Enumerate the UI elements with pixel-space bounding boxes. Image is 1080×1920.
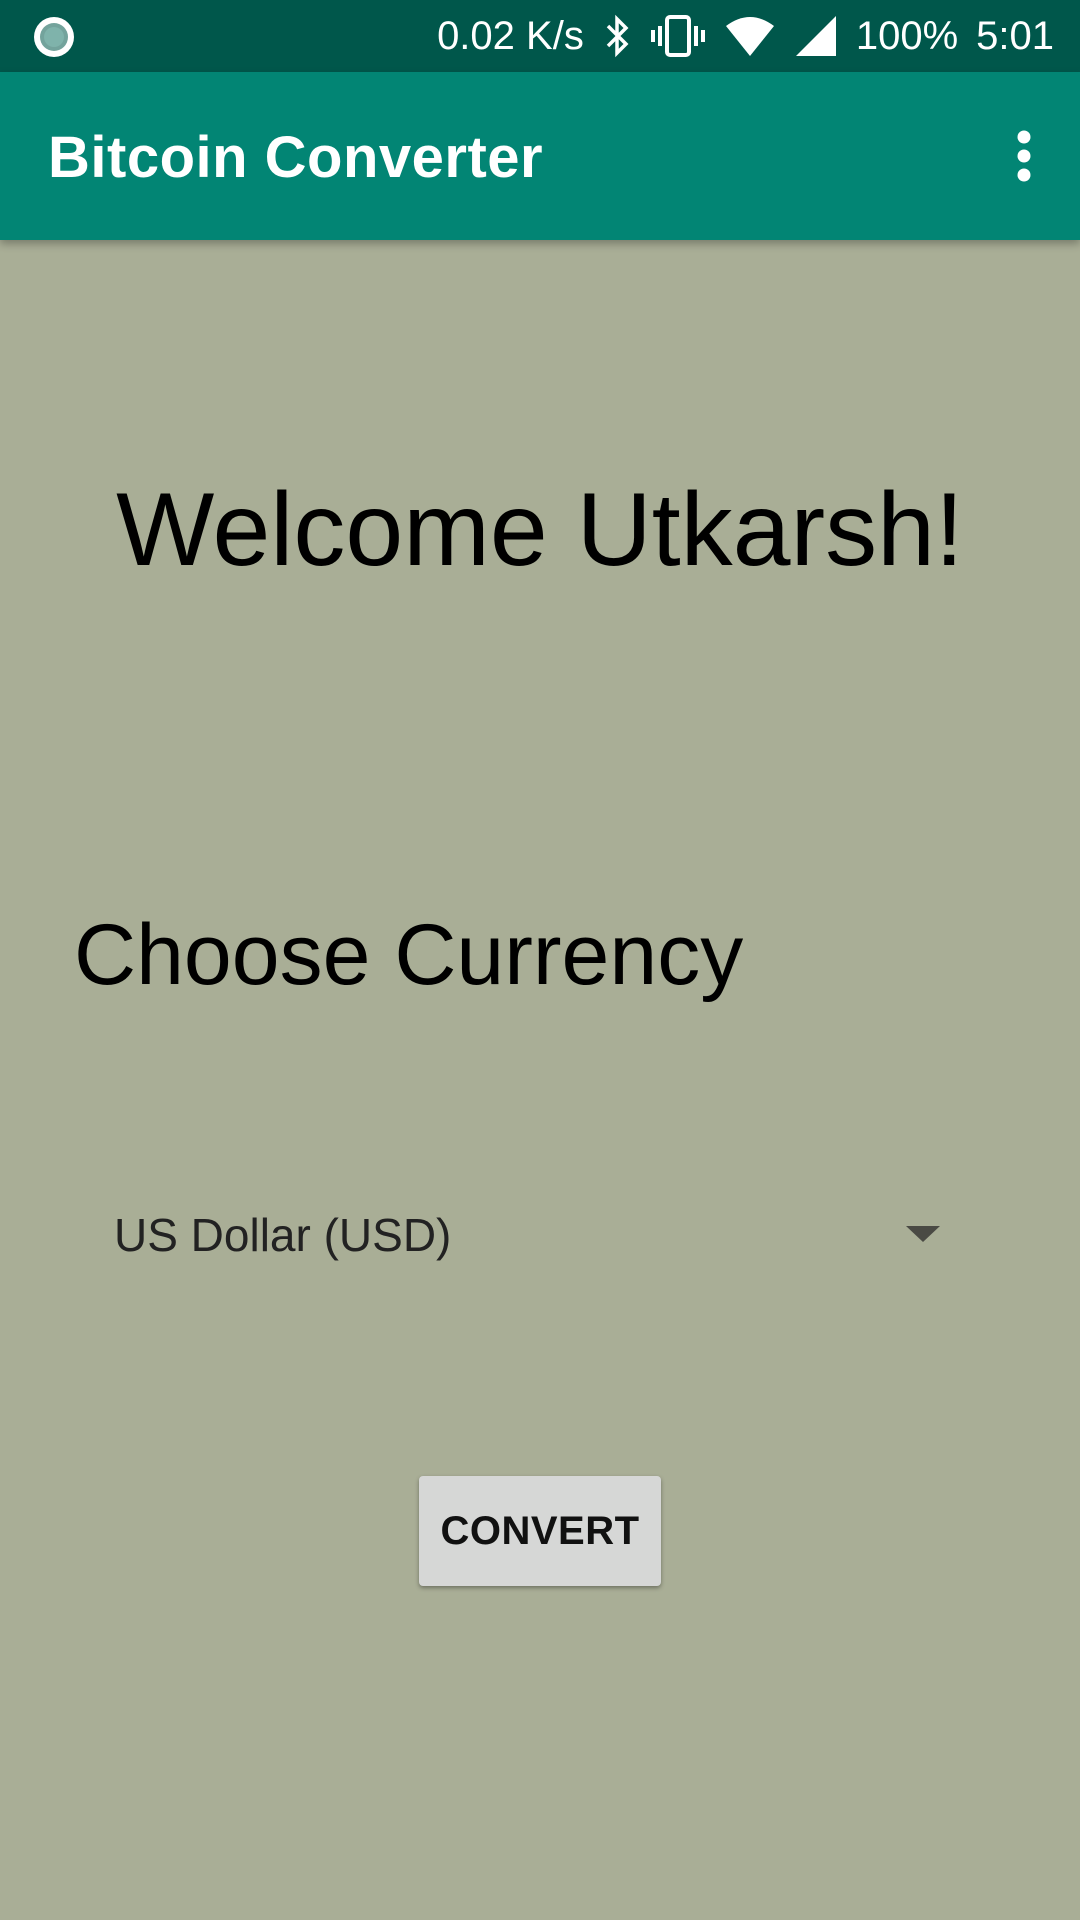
status-icons: 0.02 K/s 100% 5:01 bbox=[437, 0, 1054, 72]
currency-spinner[interactable]: US Dollar (USD) bbox=[84, 1180, 964, 1290]
dropdown-arrow-icon bbox=[906, 1224, 940, 1249]
more-vert-icon[interactable] bbox=[988, 116, 1060, 196]
status-bar: 0.02 K/s 100% 5:01 bbox=[0, 0, 1080, 72]
vibrate-icon bbox=[650, 14, 706, 58]
bluetooth-icon bbox=[602, 14, 632, 58]
choose-currency-label: Choose Currency bbox=[74, 907, 744, 1003]
record-icon bbox=[32, 15, 76, 59]
cell-signal-icon bbox=[794, 14, 838, 58]
app-title: Bitcoin Converter bbox=[48, 125, 544, 190]
network-speed: 0.02 K/s bbox=[437, 13, 584, 58]
wifi-icon bbox=[724, 14, 776, 58]
currency-selected: US Dollar (USD) bbox=[114, 1209, 452, 1261]
battery-level: 100% bbox=[855, 13, 959, 58]
app-bar: Bitcoin Converter bbox=[0, 72, 1080, 240]
clock: 5:01 bbox=[976, 13, 1054, 58]
convert-button[interactable]: CONVERT bbox=[419, 1476, 661, 1586]
welcome-heading: Welcome Utkarsh! bbox=[116, 472, 964, 588]
